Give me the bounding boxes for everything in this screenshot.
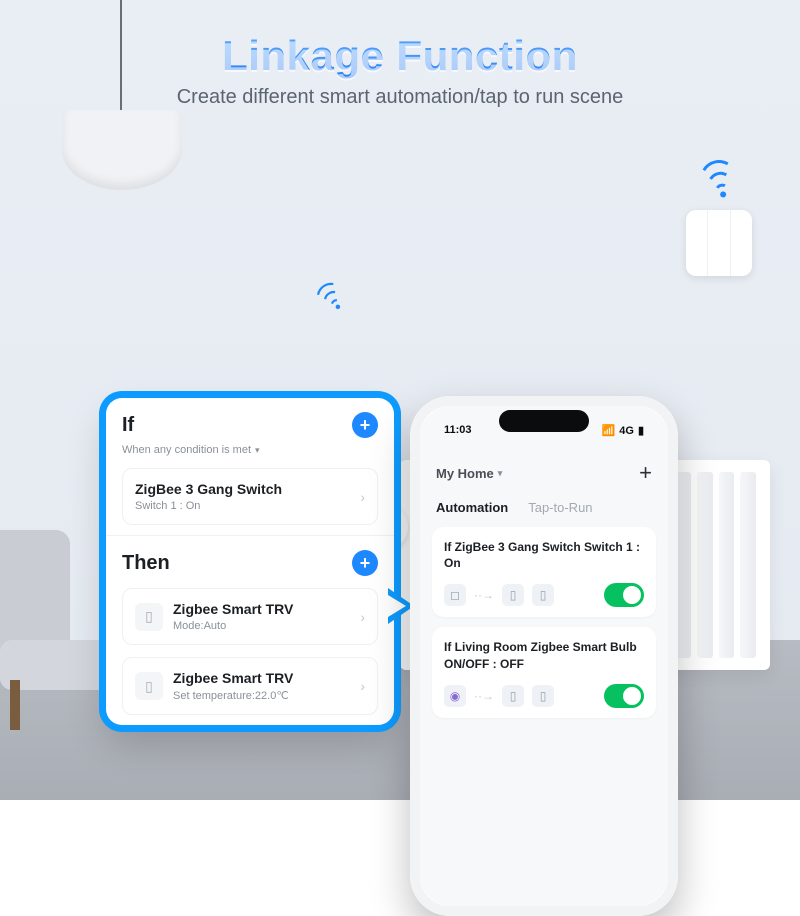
device-icon: ◉: [444, 685, 466, 707]
device-icon: ▯: [502, 584, 524, 606]
flow-arrow-icon: ··→: [474, 588, 494, 602]
phone-mockup: 11:03 📶 4G ▮ My Home ▾ + Automation Tap-…: [410, 396, 678, 916]
chevron-right-icon: ›: [360, 489, 365, 505]
flow-arrow-icon: ··→: [474, 689, 494, 703]
automation-toggle[interactable]: [604, 684, 644, 708]
add-condition-button[interactable]: +: [352, 412, 378, 438]
add-action-button[interactable]: +: [352, 550, 378, 576]
automation-toggle[interactable]: [604, 583, 644, 607]
chevron-right-icon: ›: [360, 609, 365, 625]
tab-automation[interactable]: Automation: [436, 500, 508, 515]
phone-notch: [499, 410, 589, 432]
then-label: Then: [122, 552, 170, 575]
condition-row[interactable]: ZigBee 3 Gang Switch Switch 1 : On ›: [122, 468, 378, 525]
chevron-down-icon: ▾: [255, 445, 260, 456]
if-section: If + When any condition is met ▾ ZigBee …: [106, 398, 394, 535]
scene-background: Linkage Function Create different smart …: [0, 0, 800, 800]
action-title: Zigbee Smart TRV: [173, 601, 350, 617]
lamp-shade: [62, 110, 182, 190]
home-selector[interactable]: My Home ▾: [436, 466, 502, 481]
device-icon: ▯: [135, 603, 163, 631]
action-row[interactable]: ▯ Zigbee Smart TRV Set temperature:22.0℃…: [122, 657, 378, 715]
wall-switch: [686, 210, 752, 276]
lamp-cord: [120, 0, 122, 120]
automation-title: If ZigBee 3 Gang Switch Switch 1 : On: [444, 539, 644, 571]
chevron-down-icon: ▾: [498, 468, 503, 479]
signal-icon: 📶: [602, 424, 616, 437]
automation-title: If Living Room Zigbee Smart Bulb ON/OFF …: [444, 639, 644, 671]
then-section: Then + ▯ Zigbee Smart TRV Mode:Auto › ▯ …: [106, 535, 394, 725]
device-icon: ▯: [135, 672, 163, 700]
action-sub: Mode:Auto: [173, 620, 350, 632]
automation-editor-popup: If + When any condition is met ▾ ZigBee …: [106, 398, 394, 725]
automation-list: If ZigBee 3 Gang Switch Switch 1 : On ◻ …: [420, 527, 668, 718]
action-title: Zigbee Smart TRV: [173, 670, 350, 686]
if-label: If: [122, 414, 134, 437]
device-icon: ▯: [502, 685, 524, 707]
wifi-icon: [696, 156, 743, 203]
condition-title: ZigBee 3 Gang Switch: [135, 481, 350, 497]
automation-card[interactable]: If ZigBee 3 Gang Switch Switch 1 : On ◻ …: [432, 527, 656, 617]
status-network: 4G: [619, 425, 634, 437]
condition-mode[interactable]: When any condition is met ▾: [122, 444, 378, 456]
device-icon: ▯: [532, 685, 554, 707]
device-icon: ▯: [532, 584, 554, 606]
add-automation-button[interactable]: +: [639, 460, 652, 486]
battery-icon: ▮: [638, 424, 644, 437]
action-row[interactable]: ▯ Zigbee Smart TRV Mode:Auto ›: [122, 588, 378, 645]
action-sub: Set temperature:22.0℃: [173, 689, 350, 702]
condition-sub: Switch 1 : On: [135, 500, 350, 512]
chevron-right-icon: ›: [360, 678, 365, 694]
automation-card[interactable]: If Living Room Zigbee Smart Bulb ON/OFF …: [432, 627, 656, 717]
device-icon: ◻: [444, 584, 466, 606]
status-time: 11:03: [444, 424, 472, 437]
tabs: Automation Tap-to-Run: [420, 492, 668, 527]
wifi-icon: [311, 277, 351, 317]
phone-screen: 11:03 📶 4G ▮ My Home ▾ + Automation Tap-…: [420, 406, 668, 906]
tab-tap-to-run[interactable]: Tap-to-Run: [528, 500, 592, 515]
